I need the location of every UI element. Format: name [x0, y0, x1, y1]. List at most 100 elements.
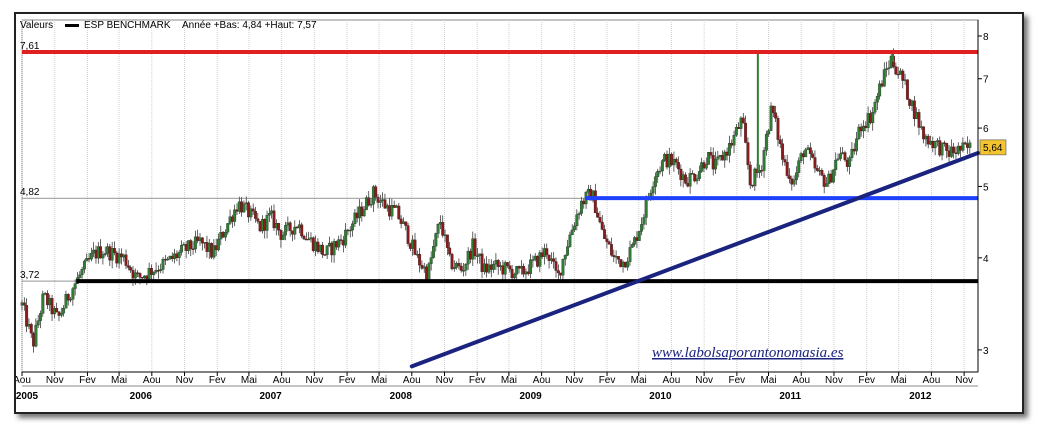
candle-body [732, 135, 736, 146]
candle-body [267, 213, 271, 216]
candle-body [284, 225, 287, 236]
candle-body [771, 105, 775, 113]
y-tick-label: 4 [983, 254, 989, 265]
candle-body [746, 142, 750, 166]
x-tick-label: Fev [209, 375, 226, 386]
candle-body [180, 245, 183, 253]
x-tick-label: Aou [923, 375, 941, 386]
candle-body [404, 221, 408, 226]
candle-body [887, 67, 891, 69]
candle-body [873, 102, 877, 113]
candle-body [575, 214, 579, 227]
candle-body [254, 210, 257, 219]
candle-body [820, 170, 824, 176]
series-legend-swatch [65, 24, 79, 27]
candle-body [831, 169, 835, 183]
candle-body [362, 209, 366, 217]
level-label: 4,82 [20, 187, 40, 198]
candle-body [748, 164, 752, 186]
candle-body [545, 248, 549, 256]
candle-body [677, 162, 680, 170]
candle-body [660, 160, 664, 172]
last-value-badge: 5,64 [979, 139, 1007, 156]
candle-body [945, 143, 949, 151]
y-tick-label: 3 [983, 346, 989, 357]
candle-body [716, 156, 720, 160]
candle-body [113, 248, 116, 253]
x-tick-label: Nov [305, 375, 323, 386]
candle-body [598, 217, 602, 223]
candle-body [348, 229, 352, 232]
candle-body [616, 256, 620, 260]
candle-body [508, 265, 512, 270]
x-tick-label: Aou [533, 375, 551, 386]
x-tick-label: Fev [729, 375, 746, 386]
candle-body [129, 267, 133, 271]
candle-body [512, 274, 516, 279]
candle-body [933, 141, 937, 149]
candle-body [709, 152, 713, 156]
candle-body [836, 158, 840, 161]
candle-body [300, 224, 304, 237]
candle-body [36, 320, 40, 326]
candle-body [882, 69, 886, 87]
candle-body [642, 217, 646, 225]
candle-body [804, 149, 808, 158]
x-tick-label: Mai [371, 375, 387, 386]
header-stats: Année +Bas: 4,84 +Haut: 7,57 [182, 20, 317, 31]
candle-body [573, 225, 576, 231]
candle-body [808, 147, 812, 154]
x-tick-label: Fev [858, 375, 875, 386]
candle-body [940, 142, 944, 156]
candle-body [506, 262, 509, 266]
candle-body [126, 265, 130, 268]
x-tick-label: Mai [241, 375, 257, 386]
candle-body [917, 112, 921, 128]
candle-body [596, 212, 600, 218]
x-tick-label: Mai [760, 375, 776, 386]
candle-body [848, 157, 852, 167]
candle-body [531, 259, 535, 261]
year-label: 2010 [649, 391, 672, 402]
candle-body [374, 186, 378, 198]
x-tick-label: Mai [891, 375, 907, 386]
candle-body [637, 231, 641, 241]
candle-body [566, 246, 570, 256]
candle-body [834, 159, 838, 170]
year-label: 2008 [390, 391, 413, 402]
candle-body [607, 241, 611, 245]
candle-body [242, 203, 246, 213]
candle-body [452, 267, 456, 270]
year-label: 2009 [519, 391, 542, 402]
candle-body [406, 225, 410, 244]
candle-body [302, 235, 306, 240]
candle-body [34, 324, 38, 347]
candle-body [429, 257, 433, 264]
candle-body [764, 133, 768, 151]
chart-background [16, 14, 1022, 412]
candle-body [436, 224, 440, 234]
x-tick-label: Aou [403, 375, 421, 386]
header-series-name: ESP BENCHMARK [84, 20, 171, 31]
candle-body [321, 244, 324, 255]
watermark-link[interactable]: www.labolsaporantonomasia.es [652, 345, 844, 361]
candle-body [101, 254, 105, 259]
candle-body [103, 253, 107, 255]
candle-body [397, 205, 401, 220]
candle-body [792, 179, 796, 185]
candle-body [697, 171, 701, 180]
candle-body [450, 253, 454, 270]
x-tick-label: Mai [501, 375, 517, 386]
y-tick-label: 6 [983, 124, 989, 135]
candle-body [788, 175, 791, 179]
candle-body [704, 164, 708, 169]
x-tick-label: Nov [695, 375, 713, 386]
candle-body [811, 153, 815, 158]
candle-body [159, 269, 163, 271]
candle-body [714, 159, 717, 170]
candle-body [577, 213, 581, 215]
candle-body [448, 247, 452, 255]
candle-body [189, 240, 193, 249]
candle-body [378, 200, 382, 203]
y-tick-label: 5 [983, 182, 989, 193]
